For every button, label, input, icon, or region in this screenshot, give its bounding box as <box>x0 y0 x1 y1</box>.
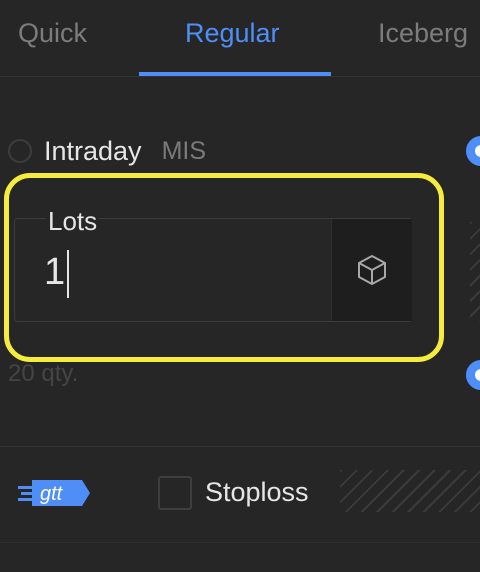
bottom-divider <box>0 542 480 543</box>
product-intraday-option[interactable]: Intraday MIS <box>8 134 206 168</box>
tab-regular[interactable]: Regular <box>185 18 280 49</box>
lots-label: Lots <box>46 206 100 237</box>
gtt-icon: gtt <box>18 480 90 506</box>
gtt-label: gtt <box>40 483 64 505</box>
active-tab-indicator <box>139 72 331 76</box>
tab-iceberg[interactable]: Iceberg <box>378 18 468 49</box>
product-code: MIS <box>161 136 207 165</box>
order-type-tabs: Quick Regular Iceberg <box>0 0 480 77</box>
intraday-radio[interactable] <box>8 139 32 163</box>
stoploss-label: Stoploss <box>205 477 309 507</box>
disabled-stoploss-hatch <box>340 470 480 512</box>
lots-icon-button[interactable] <box>331 219 412 321</box>
quantity-hint: 20 qty. <box>8 360 79 387</box>
section-divider <box>0 446 480 447</box>
tab-quick[interactable]: Quick <box>18 18 87 49</box>
gtt-badge[interactable]: gtt <box>18 478 92 513</box>
text-caret <box>67 250 69 298</box>
disabled-field-hatch <box>470 222 480 322</box>
price-type-radio-selected[interactable] <box>466 360 480 390</box>
lots-input[interactable] <box>44 246 284 298</box>
stoploss-checkbox[interactable] <box>158 476 192 510</box>
product-label: Intraday <box>44 135 142 166</box>
product-radio-selected[interactable] <box>466 136 480 166</box>
cube-icon <box>358 255 386 285</box>
